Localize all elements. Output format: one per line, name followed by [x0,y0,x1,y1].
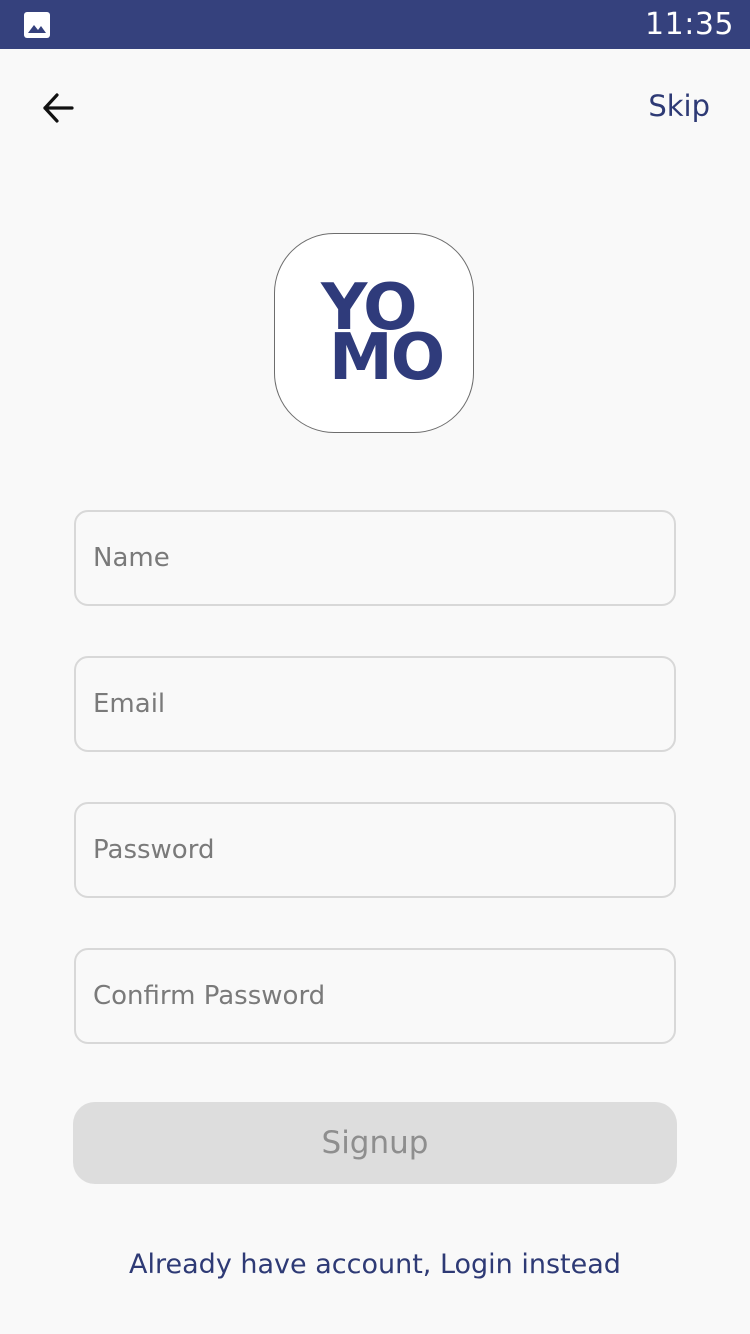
email-input[interactable] [91,688,674,720]
password-field[interactable] [74,802,676,898]
signup-button[interactable]: Signup [73,1102,677,1184]
skip-button[interactable]: Skip [648,86,710,126]
password-input[interactable] [91,834,674,866]
app-logo: YO MO [274,233,474,433]
name-input[interactable] [91,542,674,574]
status-bar: 11:35 [0,0,750,49]
status-time: 11:35 [645,7,734,42]
login-instead-link[interactable]: Already have account, Login instead [0,1245,750,1285]
confirm-password-input[interactable] [91,980,674,1012]
arrow-left-icon [43,93,74,123]
back-button[interactable] [30,80,86,136]
logo-text-line-2: MO [329,321,445,395]
email-field[interactable] [74,656,676,752]
image-icon [24,12,50,38]
confirm-password-field[interactable] [74,948,676,1044]
name-field[interactable] [74,510,676,606]
